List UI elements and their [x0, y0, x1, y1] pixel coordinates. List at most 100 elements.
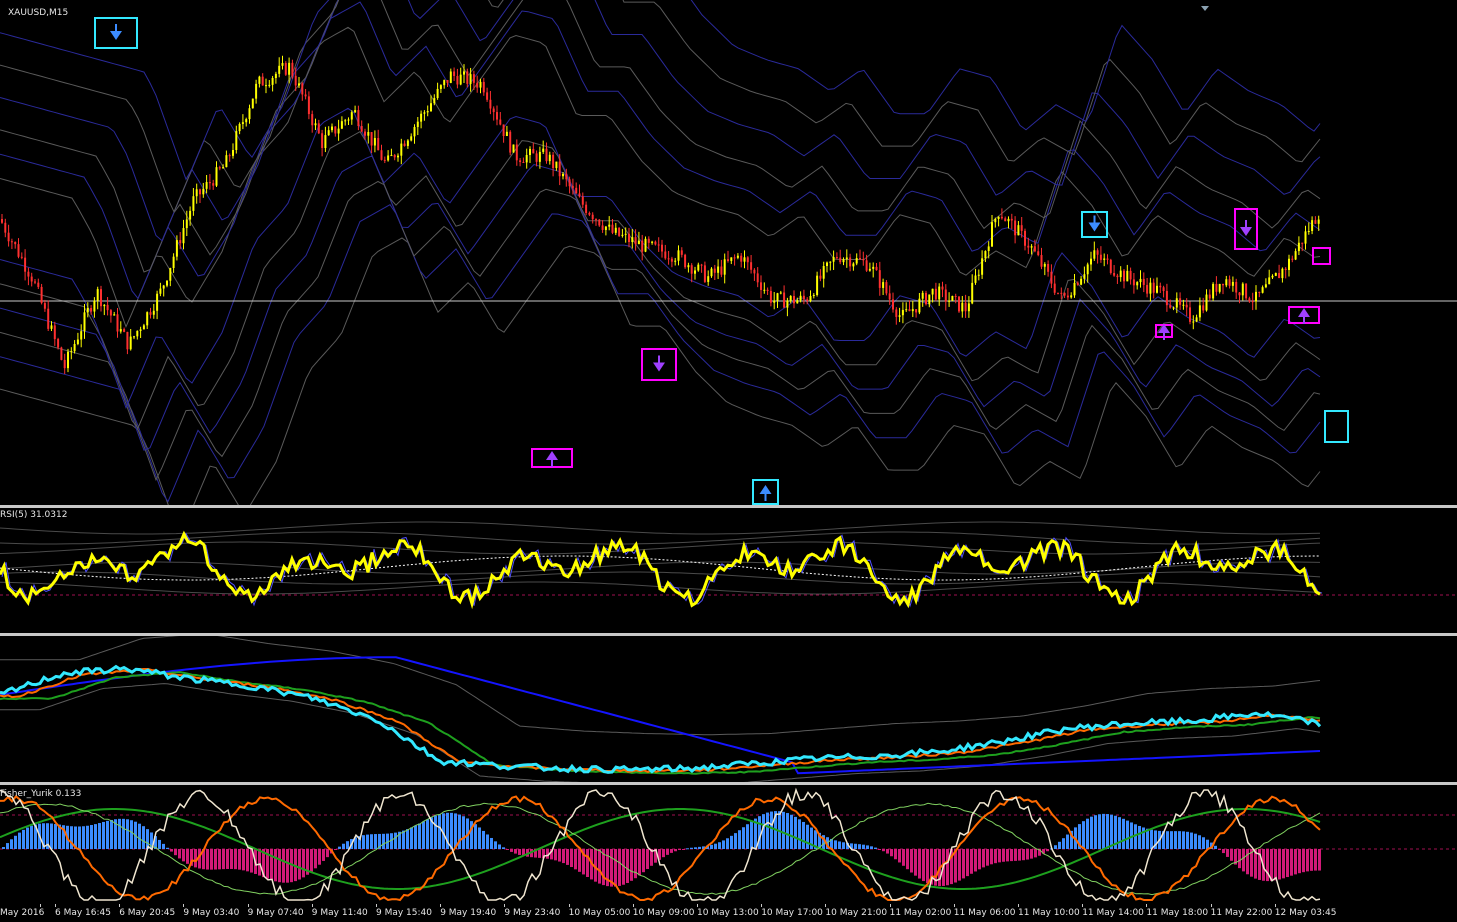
fisher-histogram-bar — [678, 849, 681, 850]
fisher-histogram-bar — [498, 844, 501, 849]
candle-body — [1113, 272, 1116, 276]
chart-title: XAUUSD,M15 — [8, 8, 69, 18]
candle-body — [123, 329, 126, 332]
fisher-histogram-bar — [258, 849, 261, 876]
candle-body — [222, 167, 225, 169]
candle-body — [4, 222, 7, 233]
fisher-histogram-bar — [394, 832, 397, 849]
fisher-histogram-bar — [1098, 814, 1101, 849]
fisher-histogram-bar — [922, 849, 925, 882]
fisher-histogram-bar — [478, 827, 481, 849]
candle-body — [159, 288, 162, 294]
time-tick-mark — [825, 904, 827, 907]
candle-body — [538, 151, 541, 162]
fisher-histogram-bar — [1302, 849, 1305, 873]
candle-body — [337, 128, 340, 134]
fisher-histogram-bar — [690, 847, 693, 849]
fisher-histogram-bar — [110, 819, 113, 849]
candle-body — [684, 254, 687, 268]
candle-body — [634, 237, 637, 245]
candle-body — [1093, 250, 1096, 259]
fisher-histogram-bar — [454, 813, 457, 849]
fisher-histogram-bar — [598, 849, 601, 884]
candle-body — [50, 325, 53, 329]
fisher-histogram-bar — [90, 825, 93, 849]
fisher-histogram-bar — [1190, 832, 1193, 849]
rsi-pane[interactable]: RSI(5) 31.0312 — [0, 508, 1457, 633]
candle-body — [40, 286, 43, 304]
candle-body — [228, 155, 231, 157]
fisher-histogram-bar — [1198, 835, 1201, 849]
candle-body — [241, 122, 244, 124]
candle-body — [915, 309, 918, 313]
fisher-pane[interactable]: Fisher_Yurik 0.133 — [0, 785, 1457, 904]
fisher-histogram-bar — [874, 847, 877, 849]
candle-body — [57, 339, 60, 348]
fisher-histogram-bar — [162, 843, 165, 849]
candle-body — [604, 226, 607, 230]
fisher-histogram-bar — [1278, 849, 1281, 880]
candle-body — [436, 88, 439, 99]
candle-body — [413, 127, 416, 137]
candle-body — [430, 103, 432, 112]
candle-body — [987, 246, 990, 252]
candle-body — [456, 75, 459, 85]
fisher-histogram-bar — [86, 825, 89, 849]
candle-body — [1297, 242, 1300, 252]
candle-body — [321, 133, 324, 149]
candle-body — [166, 280, 168, 286]
fisher-histogram-bar — [710, 844, 713, 849]
fisher-histogram-bar — [54, 823, 57, 849]
candle-body — [1195, 317, 1198, 322]
price-pane[interactable]: XAUUSD,M15 — [0, 0, 1457, 505]
ma-price-line — [0, 664, 1322, 774]
fisher-histogram-bar — [130, 820, 133, 849]
fisher-histogram-bar — [1066, 834, 1069, 849]
fisher-histogram-bar — [370, 834, 373, 849]
fisher-histogram-bar — [730, 835, 733, 849]
fisher-histogram-bar — [978, 849, 981, 870]
candle-body — [1304, 231, 1307, 244]
fisher-histogram-bar — [1290, 849, 1293, 876]
candle-body — [70, 351, 73, 353]
candle-body — [410, 136, 413, 141]
fisher-histogram-bar — [966, 849, 969, 877]
fisher-histogram-bar — [994, 849, 997, 864]
fisher-histogram-bar — [122, 818, 125, 849]
fisher-histogram-bar — [642, 849, 645, 873]
time-tick-mark — [440, 904, 442, 907]
fisher-histogram-bar — [726, 838, 729, 849]
candle-body — [562, 173, 564, 177]
candle-body — [997, 216, 1000, 219]
candle-body — [720, 266, 723, 275]
candle-body — [344, 120, 347, 122]
fisher-histogram-bar — [798, 819, 801, 849]
candle-body — [449, 71, 452, 83]
candle-body — [882, 282, 885, 288]
candle-body — [1251, 301, 1254, 303]
fisher-histogram-bar — [1246, 849, 1249, 875]
fisher-histogram-bar — [1022, 849, 1025, 861]
time-tick-label: 10 May 13:00 — [697, 908, 759, 918]
time-tick-label: 10 May 09:00 — [632, 908, 695, 918]
time-tick-mark — [697, 904, 698, 907]
time-tick-label: 9 May 07:40 — [247, 908, 304, 918]
candle-body — [225, 155, 228, 168]
candle-body — [479, 81, 482, 88]
fisher-histogram-bar — [870, 846, 873, 849]
candle-body — [288, 62, 291, 75]
ma-pane[interactable] — [0, 636, 1457, 782]
fisher-histogram-bar — [962, 849, 965, 879]
candle-body — [710, 268, 713, 277]
fisher-histogram-bar — [1214, 845, 1217, 849]
candle-body — [971, 282, 974, 304]
candle-body — [667, 258, 670, 260]
candle-body — [80, 331, 83, 340]
candle-body — [1165, 290, 1168, 306]
fisher-histogram-bar — [894, 849, 897, 860]
fisher-histogram-bar — [106, 820, 109, 849]
candle-body — [591, 214, 594, 220]
time-tick-label: 11 May 22:00 — [1210, 908, 1273, 918]
time-tick-label: May 2016 — [0, 908, 45, 918]
candle-body — [390, 155, 393, 157]
